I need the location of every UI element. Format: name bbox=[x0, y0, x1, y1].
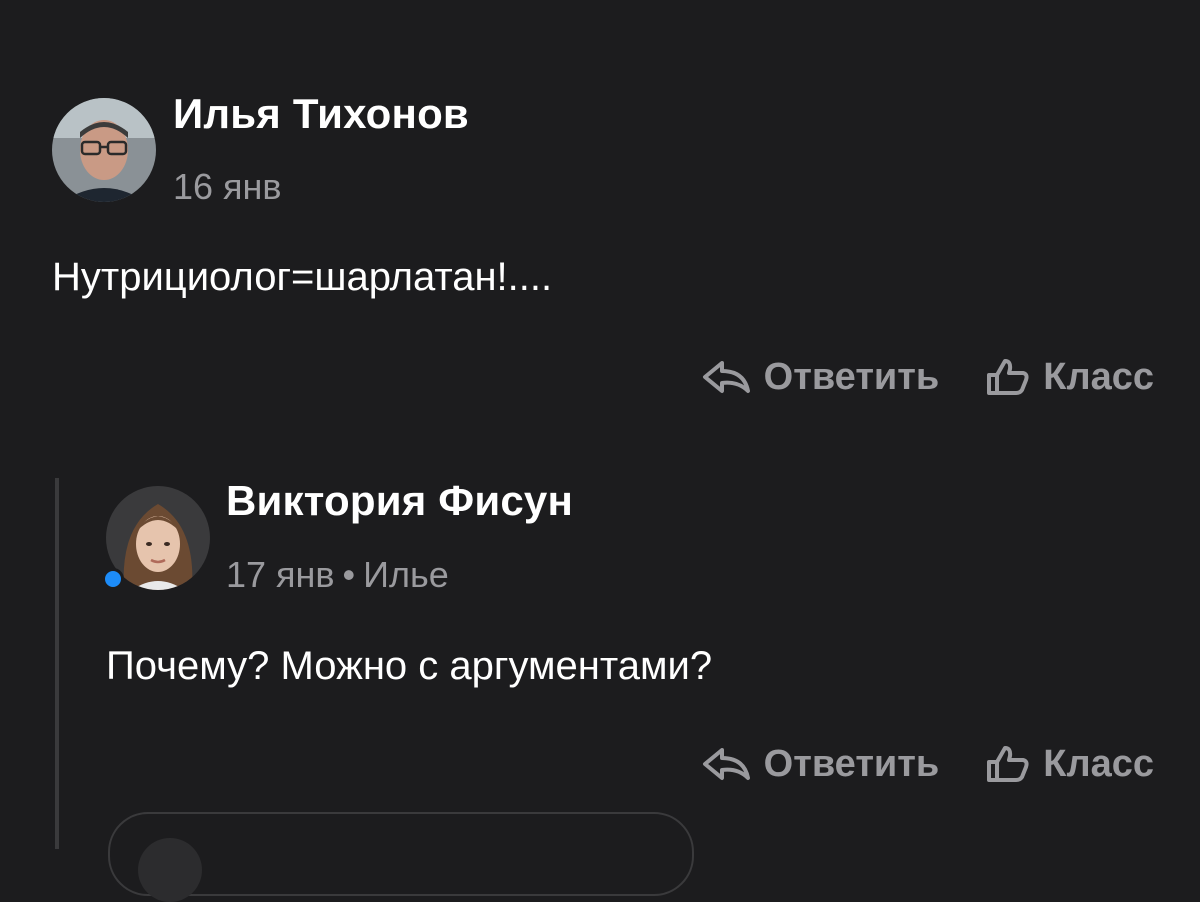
thread-line bbox=[55, 478, 59, 849]
like-button[interactable]: Класс bbox=[983, 356, 1154, 398]
user-avatar bbox=[138, 838, 202, 902]
user-avatar[interactable] bbox=[52, 98, 156, 202]
reply-label: Ответить bbox=[763, 743, 940, 785]
reply-button[interactable]: Ответить bbox=[700, 743, 940, 785]
comment-text: Почему? Можно с аргументами? bbox=[106, 644, 713, 688]
thumbs-up-icon bbox=[987, 746, 1029, 782]
comment-actions: Ответить Класс bbox=[700, 743, 1154, 785]
reply-icon bbox=[702, 361, 750, 393]
author-name[interactable]: Илья Тихонов bbox=[173, 90, 469, 138]
comment-text: Нутрициолог=шарлатан!.... bbox=[52, 255, 553, 299]
comment-meta: 17 янв • Илье bbox=[226, 555, 449, 595]
like-button[interactable]: Класс bbox=[983, 743, 1154, 785]
comment-date: 17 янв bbox=[226, 554, 335, 595]
reply-icon bbox=[702, 748, 750, 780]
reply-button[interactable]: Ответить bbox=[700, 356, 940, 398]
user-photo-icon bbox=[52, 98, 156, 202]
online-status-dot bbox=[102, 568, 124, 590]
thumbs-up-icon bbox=[987, 359, 1029, 395]
author-name[interactable]: Виктория Фисун bbox=[226, 477, 573, 525]
like-label: Класс bbox=[1043, 356, 1154, 398]
comment-date: 16 янв bbox=[173, 166, 282, 207]
meta-separator: • bbox=[342, 554, 356, 595]
reply-to-name[interactable]: Илье bbox=[363, 554, 449, 595]
comment-actions: Ответить Класс bbox=[700, 356, 1154, 398]
next-comment-card[interactable] bbox=[108, 812, 694, 902]
reply-label: Ответить bbox=[763, 356, 940, 398]
like-label: Класс bbox=[1043, 743, 1154, 785]
